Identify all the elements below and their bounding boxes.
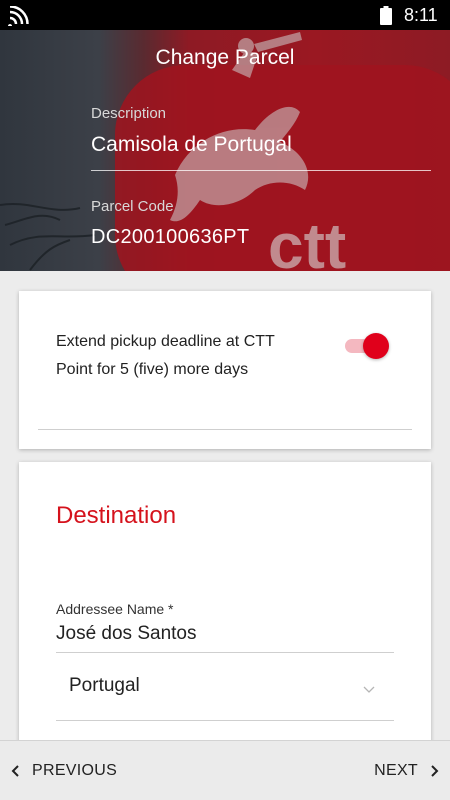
destination-card: Destination Addressee Name * José dos Sa… bbox=[19, 462, 431, 762]
previous-button-label: PREVIOUS bbox=[32, 762, 118, 779]
parcel-code-label: Parcel Code bbox=[91, 198, 174, 215]
parcel-code-value: DC200100636PT bbox=[91, 226, 250, 248]
country-select-underline bbox=[56, 720, 394, 721]
parcel-header: ctt Change Parcel Description Camisola d… bbox=[0, 30, 450, 271]
battery-icon bbox=[380, 6, 392, 25]
status-time: 8:11 bbox=[404, 5, 438, 25]
chevron-left-icon bbox=[11, 765, 19, 777]
description-field[interactable]: Camisola de Portugal bbox=[91, 133, 292, 157]
chevron-down-icon bbox=[363, 686, 375, 693]
addressee-name-field[interactable]: José dos Santos bbox=[56, 623, 196, 645]
next-button[interactable]: NEXT bbox=[374, 741, 440, 800]
description-underline bbox=[91, 170, 431, 171]
next-button-label: NEXT bbox=[374, 762, 418, 779]
toggle-thumb bbox=[363, 333, 389, 359]
bottom-navigation: PREVIOUS NEXT bbox=[0, 740, 450, 800]
ctt-logo-text: ctt bbox=[268, 210, 346, 271]
wifi-icon bbox=[8, 6, 29, 26]
extend-deadline-card: Extend pickup deadline at CTT Point for … bbox=[19, 291, 431, 449]
extend-deadline-text: Extend pickup deadline at CTT Point for … bbox=[56, 333, 275, 378]
destination-heading: Destination bbox=[56, 502, 177, 529]
country-select-value: Portugal bbox=[69, 675, 140, 696]
status-bar: 8:11 bbox=[0, 0, 450, 30]
card-divider bbox=[38, 429, 412, 430]
chevron-right-icon bbox=[431, 765, 439, 777]
page-title: Change Parcel bbox=[155, 46, 295, 69]
addressee-name-label: Addressee Name * bbox=[56, 601, 174, 617]
extend-deadline-toggle[interactable] bbox=[343, 333, 389, 359]
previous-button[interactable]: PREVIOUS bbox=[10, 741, 117, 800]
addressee-name-underline bbox=[56, 652, 394, 653]
country-select[interactable]: Portugal bbox=[56, 662, 394, 720]
description-label: Description bbox=[91, 105, 167, 122]
